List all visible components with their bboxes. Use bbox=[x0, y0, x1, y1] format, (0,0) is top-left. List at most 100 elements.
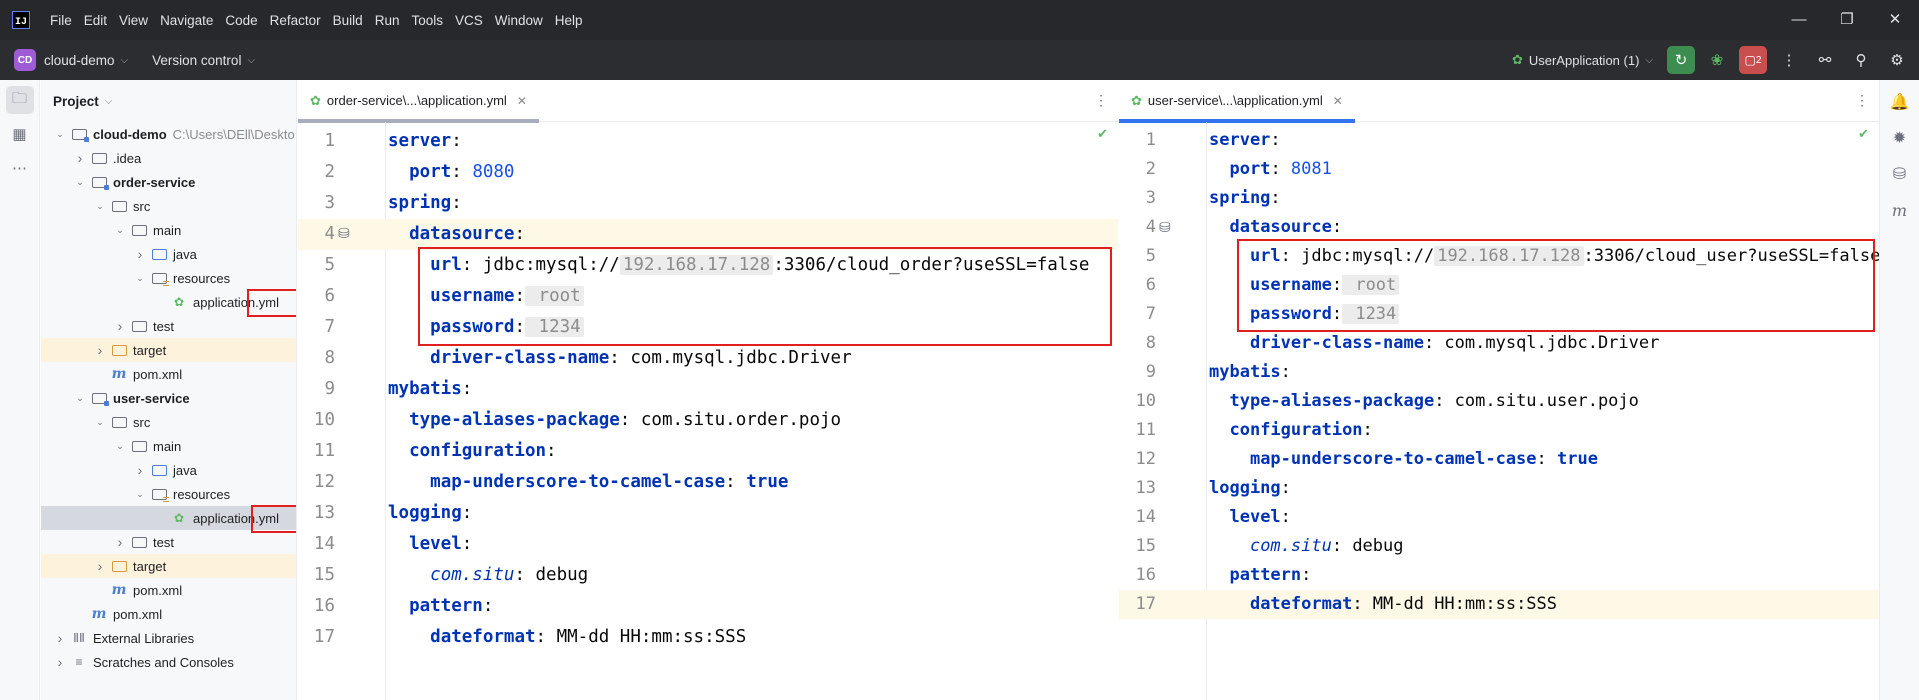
chevron-down-icon[interactable]: ⌄ bbox=[93, 417, 107, 428]
project-badge[interactable]: CD bbox=[14, 49, 36, 71]
line-number: 17 bbox=[1135, 594, 1156, 614]
tree-row[interactable]: › .idea bbox=[41, 146, 296, 170]
code-token: : bbox=[451, 193, 462, 213]
right-tool-stripe: 🔔 ✹ ⛁ m bbox=[1879, 80, 1919, 700]
tree-row[interactable]: m pom.xml bbox=[41, 362, 296, 386]
more-tools-icon[interactable]: ⋯ bbox=[6, 154, 34, 182]
chevron-right-icon[interactable]: › bbox=[93, 342, 107, 358]
tree-row[interactable]: › target bbox=[41, 338, 296, 362]
debug-button[interactable]: ❀ bbox=[1703, 46, 1731, 74]
maven-icon[interactable]: m bbox=[1886, 196, 1914, 224]
tree-row[interactable]: › test bbox=[41, 314, 296, 338]
more-vertical-icon[interactable]: ⋮ bbox=[1094, 92, 1108, 109]
more-vertical-icon[interactable]: ⋮ bbox=[1855, 92, 1869, 109]
menu-window[interactable]: Window bbox=[489, 13, 549, 28]
line-number: 7 bbox=[1145, 304, 1156, 324]
check-icon[interactable]: ✔ bbox=[1858, 126, 1869, 142]
menu-help[interactable]: Help bbox=[549, 13, 589, 28]
yaml-key: pattern bbox=[1229, 565, 1302, 585]
menu-build[interactable]: Build bbox=[327, 13, 369, 28]
chevron-down-icon[interactable]: ⌄ bbox=[113, 441, 127, 452]
chevron-right-icon[interactable]: › bbox=[113, 534, 127, 550]
code-area[interactable]: server: port: 8080 spring: datasource: ur… bbox=[386, 122, 1118, 700]
menu-file[interactable]: File bbox=[44, 13, 78, 28]
close-icon[interactable]: ✕ bbox=[1871, 0, 1919, 40]
tree-row[interactable]: ⌄ cloud-demo C:\Users\DEll\Deskto bbox=[41, 122, 296, 146]
gutter-line bbox=[298, 343, 386, 374]
more-actions-button[interactable]: ⋮ bbox=[1775, 46, 1803, 74]
ai-assistant-icon[interactable]: ✹ bbox=[1886, 124, 1914, 152]
chevron-right-icon[interactable]: › bbox=[113, 318, 127, 334]
database-gutter-icon[interactable]: ⛁ bbox=[338, 225, 350, 242]
restore-icon[interactable]: ❐ bbox=[1823, 0, 1871, 40]
gutter-line bbox=[298, 250, 386, 281]
tree-row[interactable]: › ≡ Scratches and Consoles bbox=[41, 650, 296, 674]
menu-code[interactable]: Code bbox=[219, 13, 263, 28]
tree-row[interactable]: m pom.xml bbox=[41, 602, 296, 626]
structure-tool-icon[interactable]: ▦ bbox=[6, 120, 34, 148]
stop-services-button[interactable]: ▢ 2 bbox=[1739, 46, 1767, 74]
tree-row[interactable]: › test bbox=[41, 530, 296, 554]
tree-row[interactable]: ⌄ resources bbox=[41, 266, 296, 290]
chevron-right-icon[interactable]: › bbox=[133, 246, 147, 262]
editor-tab[interactable]: ✿ order-service\...\application.yml ✕ bbox=[298, 80, 539, 123]
chevron-right-icon[interactable]: › bbox=[53, 630, 67, 646]
chevron-down-icon[interactable]: ⌄ bbox=[73, 177, 87, 188]
run-config-selector[interactable]: ✿ UserApplication (1) ⌵ bbox=[1512, 52, 1653, 68]
close-icon[interactable]: ✕ bbox=[517, 94, 527, 108]
tree-row[interactable]: ⌄ resources bbox=[41, 482, 296, 506]
tree-row[interactable]: m pom.xml bbox=[41, 578, 296, 602]
chevron-down-icon[interactable]: ⌄ bbox=[133, 489, 147, 500]
menu-tools[interactable]: Tools bbox=[405, 13, 449, 28]
tree-row[interactable]: ⌄ main bbox=[41, 218, 296, 242]
tree-row[interactable]: › target bbox=[41, 554, 296, 578]
chevron-down-icon[interactable]: ⌄ bbox=[133, 273, 147, 284]
tree-row[interactable]: ⌄ src bbox=[41, 410, 296, 434]
database-gutter-icon[interactable]: ⛁ bbox=[1159, 219, 1171, 236]
search-button[interactable]: ⚲ bbox=[1847, 46, 1875, 74]
menu-run[interactable]: Run bbox=[369, 13, 406, 28]
menu-edit[interactable]: Edit bbox=[78, 13, 113, 28]
line-number: 15 bbox=[1135, 536, 1156, 556]
minimize-icon[interactable]: — bbox=[1775, 0, 1823, 40]
chevron-down-icon[interactable]: ⌄ bbox=[113, 225, 127, 236]
tree-row[interactable]: ⌄ src bbox=[41, 194, 296, 218]
tree-row[interactable]: ⌄ order-service bbox=[41, 170, 296, 194]
chevron-down-icon[interactable]: ⌄ bbox=[93, 201, 107, 212]
close-icon[interactable]: ✕ bbox=[1333, 94, 1343, 108]
notifications-icon[interactable]: 🔔 bbox=[1886, 88, 1914, 116]
editor-tab[interactable]: ✿ user-service\...\application.yml ✕ bbox=[1119, 80, 1355, 123]
chevron-down-icon[interactable]: ⌄ bbox=[53, 129, 67, 140]
tree-row[interactable]: ⌄ user-service bbox=[41, 386, 296, 410]
code-token: : debug bbox=[1331, 536, 1404, 556]
tree-row[interactable]: › ⅡⅡ External Libraries bbox=[41, 626, 296, 650]
code-area[interactable]: server: port: 8081 spring: datasource: ur… bbox=[1207, 122, 1879, 700]
chevron-right-icon[interactable]: › bbox=[93, 558, 107, 574]
menu-refactor[interactable]: Refactor bbox=[264, 13, 327, 28]
code-line: driver-class-name: com.mysql.jdbc.Driver bbox=[386, 343, 1118, 374]
tree-item-label: java bbox=[173, 462, 197, 478]
line-number: 3 bbox=[1145, 188, 1156, 208]
tree-row[interactable]: ⌄ main bbox=[41, 434, 296, 458]
project-tool-icon[interactable]: 🗀 bbox=[5, 86, 34, 114]
project-panel-header[interactable]: Project ⌵ bbox=[41, 80, 296, 122]
chevron-right-icon[interactable]: › bbox=[133, 462, 147, 478]
chevron-down-icon[interactable]: ⌄ bbox=[73, 393, 87, 404]
menu-vcs[interactable]: VCS bbox=[449, 13, 489, 28]
project-name[interactable]: cloud-demo bbox=[44, 53, 115, 68]
menu-navigate[interactable]: Navigate bbox=[154, 13, 219, 28]
settings-button[interactable]: ⚙ bbox=[1883, 46, 1911, 74]
check-icon[interactable]: ✔ bbox=[1097, 126, 1108, 142]
tree-row[interactable]: › java bbox=[41, 458, 296, 482]
menu-view[interactable]: View bbox=[113, 13, 154, 28]
module-folder-icon bbox=[70, 127, 89, 142]
chevron-right-icon[interactable]: › bbox=[73, 150, 87, 166]
tree-row[interactable]: › java bbox=[41, 242, 296, 266]
rerun-button[interactable]: ↻ bbox=[1667, 46, 1695, 74]
chevron-right-icon[interactable]: › bbox=[53, 654, 67, 670]
intellij-logo-icon[interactable]: IJ bbox=[12, 11, 30, 29]
version-control-widget[interactable]: Version control bbox=[152, 53, 241, 68]
database-icon[interactable]: ⛁ bbox=[1886, 160, 1914, 188]
add-user-button[interactable]: ⚯ bbox=[1811, 46, 1839, 74]
